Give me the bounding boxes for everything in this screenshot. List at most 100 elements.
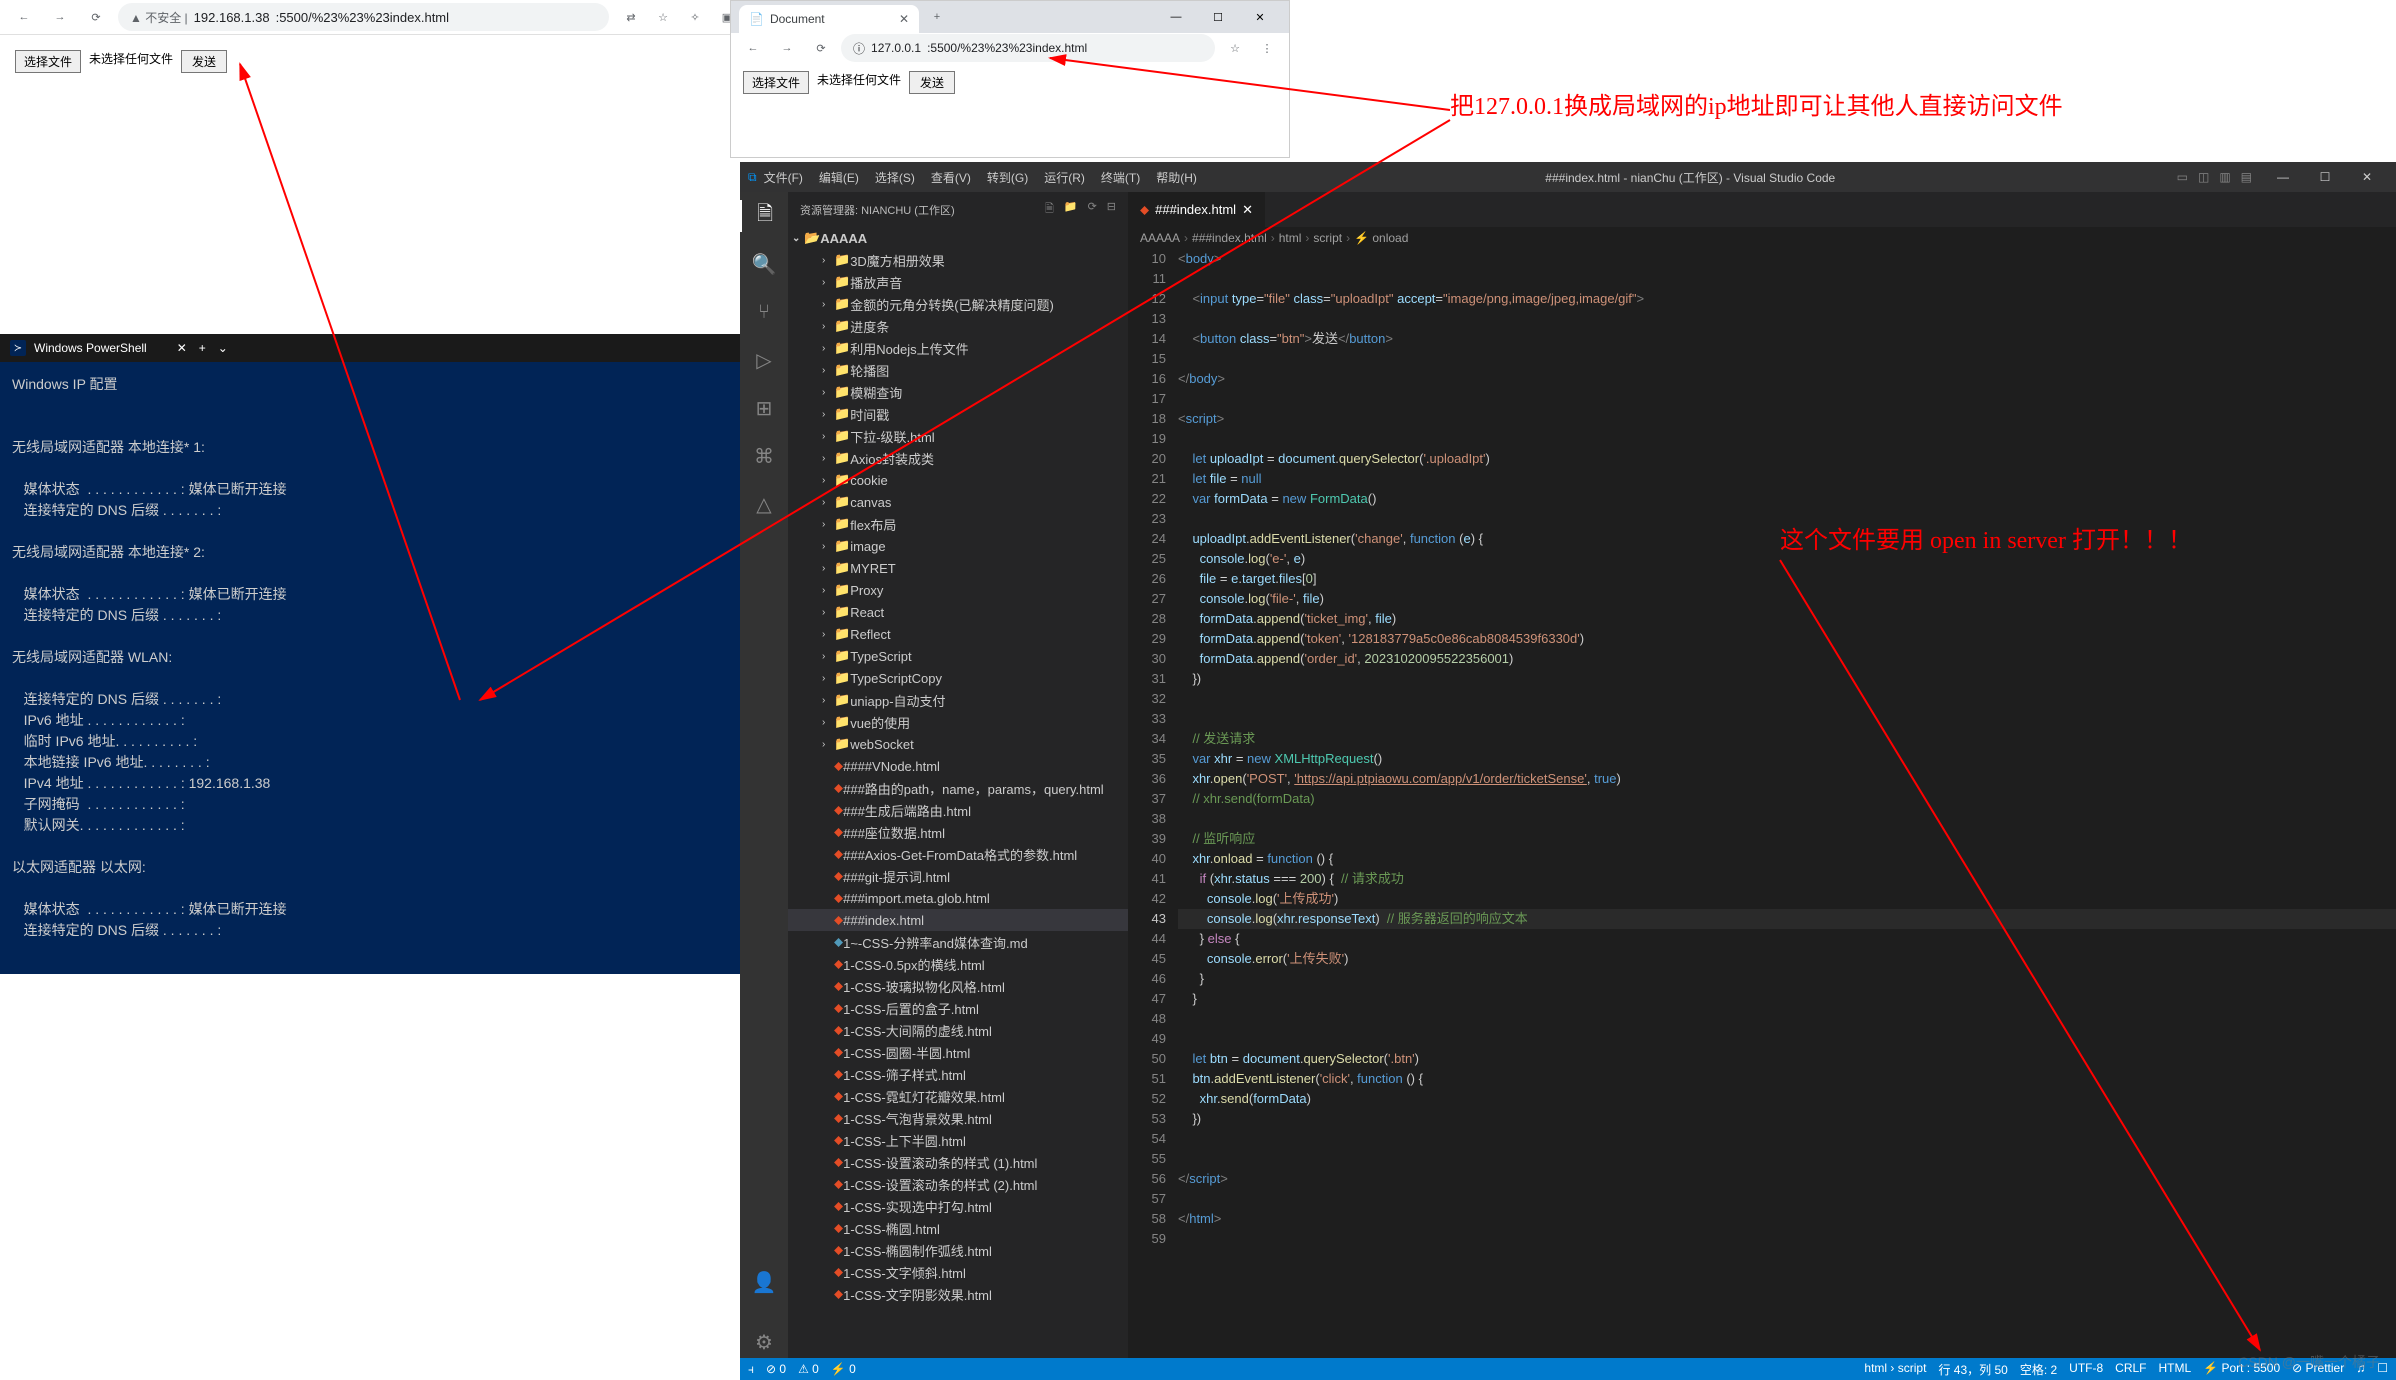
tree-file[interactable]: ⬥ 1-CSS-霓虹灯花瓣效果.html (788, 1085, 1128, 1107)
powershell-output[interactable]: Windows IP 配置 无线局域网适配器 本地连接* 1: 媒体状态 . .… (0, 362, 740, 953)
maximize-button[interactable]: ☐ (1197, 3, 1239, 31)
dropdown-icon[interactable]: ⌄ (218, 341, 228, 355)
tree-folder[interactable]: › 📁 金额的元角分转换(已解决精度问题) (788, 293, 1128, 315)
tree-file[interactable]: ⬥ ###git-提示词.html (788, 865, 1128, 887)
tree-file[interactable]: ⬥ 1-CSS-文字阴影效果.html (788, 1283, 1128, 1305)
extension-icon[interactable]: ✧ (681, 3, 709, 31)
extensions-icon[interactable]: ⊞ (740, 392, 788, 424)
tree-file[interactable]: ⬥ 1-CSS-筛子样式.html (788, 1063, 1128, 1085)
status-item[interactable]: CRLF (2115, 1361, 2146, 1378)
minimize-button[interactable]: — (1155, 3, 1197, 31)
star-icon[interactable]: ☆ (1221, 34, 1249, 62)
status-item[interactable]: 空格: 2 (2020, 1361, 2057, 1378)
collapse-icon[interactable]: ⊟ (1107, 200, 1116, 219)
send-button[interactable]: 发送 (909, 71, 955, 94)
breadcrumb[interactable]: AAAAA›###index.html›html›script›⚡ onload (1128, 227, 2396, 249)
remote-icon[interactable]: ⌘ (740, 440, 788, 472)
tree-folder[interactable]: › 📁 下拉-级联.html (788, 425, 1128, 447)
tree-file[interactable]: ⬥ 1-CSS-后置的盒子.html (788, 997, 1128, 1019)
status-item[interactable]: HTML (2159, 1361, 2192, 1378)
search-icon[interactable]: 🔍 (740, 248, 788, 280)
tab-close-icon[interactable]: ✕ (1242, 202, 1253, 218)
tree-file[interactable]: ⬥ ###生成后端路由.html (788, 799, 1128, 821)
tree-folder[interactable]: › 📁 利用Nodejs上传文件 (788, 337, 1128, 359)
tree-folder[interactable]: › 📁 React (788, 601, 1128, 623)
menu-item[interactable]: 选择(S) (868, 165, 922, 190)
nav-reload[interactable]: ⟳ (807, 34, 835, 62)
tree-file[interactable]: ⬥ ###路由的path，name，params，query.html (788, 777, 1128, 799)
new-tab-button[interactable]: + (199, 341, 206, 355)
tree-file[interactable]: ⬥ 1-CSS-实现选中打勾.html (788, 1195, 1128, 1217)
tree-folder[interactable]: › 📁 canvas (788, 491, 1128, 513)
tree-folder[interactable]: › 📁 模糊查询 (788, 381, 1128, 403)
tree-folder[interactable]: › 📁 TypeScript (788, 645, 1128, 667)
tree-folder[interactable]: › 📁 3D魔方相册效果 (788, 249, 1128, 271)
menu-item[interactable]: 转到(G) (980, 165, 1035, 190)
nav-back[interactable]: ← (10, 3, 38, 31)
tree-file[interactable]: ⬥ 1-CSS-大间隔的虚线.html (788, 1019, 1128, 1041)
tab-close-icon[interactable]: ✕ (899, 12, 909, 26)
tree-file[interactable]: ⬥ 1-CSS-设置滚动条的样式 (2).html (788, 1173, 1128, 1195)
menu-icon[interactable]: ⋮ (1253, 34, 1281, 62)
tree-folder[interactable]: › 📁 轮播图 (788, 359, 1128, 381)
code-lines[interactable]: <body> <input type="file" class="uploadI… (1178, 249, 2396, 1358)
account-icon[interactable]: 👤 (740, 1266, 788, 1298)
tree-file[interactable]: ⬥ 1-CSS-圆圈-半圆.html (788, 1041, 1128, 1063)
tree-file[interactable]: ⬥ 1-CSS-椭圆制作弧线.html (788, 1239, 1128, 1261)
tree-file[interactable]: ⬥ 1-CSS-气泡背景效果.html (788, 1107, 1128, 1129)
maximize-button[interactable]: ☐ (2304, 162, 2346, 192)
settings-icon[interactable]: ⚙ (740, 1326, 788, 1358)
layout-icon[interactable]: ▭ (2177, 170, 2188, 184)
tree-folder[interactable]: › 📁 vue的使用 (788, 711, 1128, 733)
tree-file[interactable]: ⬥ 1-CSS-椭圆.html (788, 1217, 1128, 1239)
status-item[interactable]: 行 43，列 50 (1938, 1361, 2007, 1378)
close-button[interactable]: ✕ (1239, 3, 1281, 31)
new-file-icon[interactable]: 🗎 (1045, 200, 1054, 219)
nav-back[interactable]: ← (739, 34, 767, 62)
debug-icon[interactable]: ▷ (740, 344, 788, 376)
menu-item[interactable]: 文件(F) (757, 165, 810, 190)
code-editor[interactable]: 1011121314151617181920212223242526272829… (1128, 249, 2396, 1358)
editor-tab[interactable]: ⬥ ###index.html ✕ (1128, 192, 1266, 227)
tree-root[interactable]: ⌄ 📂 AAAAA (788, 227, 1128, 249)
tree-file[interactable]: ⬥ ####VNode.html (788, 755, 1128, 777)
menu-item[interactable]: 编辑(E) (812, 165, 866, 190)
menu-item[interactable]: 查看(V) (924, 165, 978, 190)
nav-forward[interactable]: → (773, 34, 801, 62)
tree-folder[interactable]: › 📁 webSocket (788, 733, 1128, 755)
nav-reload[interactable]: ⟳ (82, 3, 110, 31)
nav-forward[interactable]: → (46, 3, 74, 31)
tree-folder[interactable]: › 📁 TypeScriptCopy (788, 667, 1128, 689)
tree-file[interactable]: ⬥ ###index.html (788, 909, 1128, 931)
menu-item[interactable]: 运行(R) (1037, 165, 1092, 190)
tree-folder[interactable]: › 📁 Axios封装成类 (788, 447, 1128, 469)
tree-folder[interactable]: › 📁 Proxy (788, 579, 1128, 601)
url-bar[interactable]: ▲ 不安全 | 192.168.1.38:5500/%23%23%23index… (118, 3, 609, 31)
tree-file[interactable]: ⬥ 1-CSS-玻璃拟物化风格.html (788, 975, 1128, 997)
menu-item[interactable]: 终端(T) (1094, 165, 1147, 190)
status-item[interactable]: html › script (1864, 1361, 1926, 1378)
layout-icon[interactable]: ▥ (2219, 170, 2230, 184)
remote-indicator[interactable]: ⫞ (748, 1362, 754, 1377)
send-button[interactable]: 发送 (181, 50, 227, 73)
choose-file-button[interactable]: 选择文件 (743, 71, 809, 94)
close-button[interactable]: ✕ (2346, 162, 2388, 192)
tree-folder[interactable]: › 📁 MYRET (788, 557, 1128, 579)
tree-file[interactable]: ⬥ ###座位数据.html (788, 821, 1128, 843)
tree-file[interactable]: ⬥ 1-CSS-文字倾斜.html (788, 1261, 1128, 1283)
tree-file[interactable]: ⬥ 1~-CSS-分辨率and媒体查询.md (788, 931, 1128, 953)
tree-folder[interactable]: › 📁 flex布局 (788, 513, 1128, 535)
choose-file-button[interactable]: 选择文件 (15, 50, 81, 73)
source-control-icon[interactable]: ⑂ (740, 296, 788, 328)
tree-file[interactable]: ⬥ ###import.meta.glob.html (788, 887, 1128, 909)
status-warnings[interactable]: ⚠ 0 (798, 1362, 819, 1376)
layout-icon[interactable]: ◫ (2198, 170, 2209, 184)
layout-icon[interactable]: ▤ (2241, 170, 2252, 184)
tree-folder[interactable]: › 📁 进度条 (788, 315, 1128, 337)
status-errors[interactable]: ⊘ 0 (766, 1362, 786, 1376)
tree-file[interactable]: ⬥ ###Axios-Get-FromData格式的参数.html (788, 843, 1128, 865)
file-tree[interactable]: ⌄ 📂 AAAAA› 📁 3D魔方相册效果› 📁 播放声音› 📁 金额的元角分转… (788, 227, 1128, 1305)
minimize-button[interactable]: — (2262, 162, 2304, 192)
browser-tab[interactable]: 📄 Document ✕ (739, 5, 919, 33)
explorer-icon[interactable]: 🗎 (740, 200, 788, 232)
